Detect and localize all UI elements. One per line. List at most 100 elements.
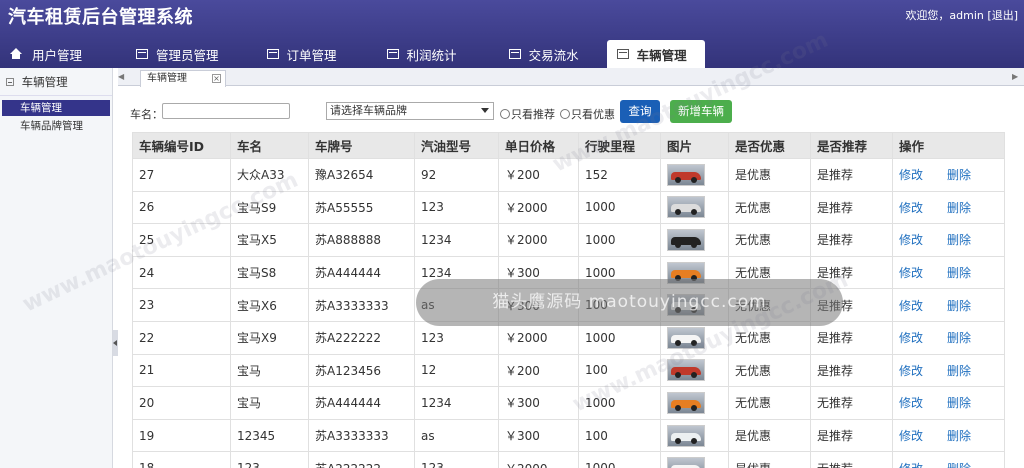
sidebar-header[interactable]: 车辆管理 [0, 68, 112, 96]
cell-plate: 苏A444444 [308, 255, 415, 290]
tab-nav-3[interactable]: 利润统计 [377, 40, 467, 68]
cell-plate: 苏A3333333 [308, 418, 415, 453]
table-row: 22 宝马X9 苏A222222 123 ￥2000 1000 无优惠 是推荐 修改 删除 [132, 320, 1005, 355]
edit-link[interactable]: 修改 [899, 429, 923, 443]
cell-plate: 苏A222222 [308, 320, 415, 355]
column-header: 图片 [660, 132, 729, 159]
edit-link[interactable]: 修改 [899, 233, 923, 247]
cell-price: ￥300 [498, 418, 579, 453]
delete-link[interactable]: 删除 [947, 429, 971, 443]
car-thumbnail[interactable] [667, 163, 705, 186]
car-thumbnail[interactable] [667, 424, 705, 447]
edit-link[interactable]: 修改 [899, 462, 923, 468]
cell-price: ￥200 [498, 353, 579, 388]
cell-mileage: 1000 [578, 451, 661, 468]
cell-fuel: 1234 [414, 223, 499, 257]
cell-recommend: 无推荐 [810, 386, 893, 420]
sidebar-item-brand[interactable]: 车辆品牌管理 [2, 118, 110, 134]
cell-recommend: 是推荐 [810, 353, 893, 388]
column-header: 车名 [230, 132, 309, 159]
edit-link[interactable]: 修改 [899, 396, 923, 410]
cell-mileage: 100 [578, 418, 661, 453]
delete-link[interactable]: 删除 [947, 462, 971, 468]
sidebar-item-vehicle[interactable]: 车辆管理 [2, 100, 110, 116]
cell-mileage: 1000 [578, 190, 661, 225]
cell-mileage: 100 [578, 353, 661, 388]
delete-link[interactable]: 删除 [947, 266, 971, 280]
car-thumbnail[interactable] [667, 359, 705, 382]
car-thumbnail[interactable] [667, 196, 705, 219]
cell-name: 12345 [230, 418, 309, 453]
sidebar-header-label: 车辆管理 [21, 75, 68, 89]
cell-id: 26 [132, 190, 231, 225]
scroll-right-icon[interactable]: ▶ [1012, 72, 1020, 82]
car-thumbnail[interactable] [667, 391, 705, 414]
close-icon[interactable]: × [212, 74, 221, 83]
delete-link[interactable]: 删除 [947, 331, 971, 345]
cell-image [660, 223, 729, 257]
cell-actions: 修改 删除 [892, 255, 1005, 290]
column-header: 操作 [892, 132, 1005, 159]
cell-name: 宝马X5 [230, 223, 309, 257]
window-icon [136, 49, 149, 59]
delete-link[interactable]: 删除 [947, 299, 971, 313]
only-recommend-radio[interactable]: 只看推荐 [500, 106, 555, 122]
name-label: 车名： [130, 108, 163, 121]
only-discount-label: 只看优惠 [571, 108, 615, 121]
content-tabstrip: ◀ 车辆管理 × ▶ [118, 68, 1024, 87]
edit-link[interactable]: 修改 [899, 201, 923, 215]
radio-icon [560, 109, 570, 119]
delete-link[interactable]: 删除 [947, 201, 971, 215]
edit-link[interactable]: 修改 [899, 364, 923, 378]
car-thumbnail[interactable] [667, 457, 705, 468]
column-header: 单日价格 [498, 132, 579, 159]
edit-link[interactable]: 修改 [899, 299, 923, 313]
tab-nav-5[interactable]: 车辆管理 [606, 40, 705, 68]
cell-name: 宝马X6 [230, 288, 309, 322]
cell-price: ￥300 [498, 386, 579, 420]
delete-link[interactable]: 删除 [947, 364, 971, 378]
cell-mileage: 152 [578, 158, 661, 192]
cell-discount: 无优惠 [728, 353, 811, 388]
query-button[interactable]: 查询 [620, 100, 660, 123]
nav-tab-label: 车辆管理 [636, 47, 687, 63]
tab-nav-0[interactable]: 用户管理 [0, 40, 92, 68]
cell-discount: 是优惠 [728, 451, 811, 468]
logout-link[interactable]: [退出] [987, 9, 1018, 22]
cell-discount: 是优惠 [728, 418, 811, 453]
edit-link[interactable]: 修改 [899, 266, 923, 280]
delete-link[interactable]: 删除 [947, 396, 971, 410]
cell-mileage: 1000 [578, 223, 661, 257]
delete-link[interactable]: 删除 [947, 168, 971, 182]
cell-fuel: 92 [414, 158, 499, 192]
cell-fuel: as [414, 418, 499, 453]
brand-select[interactable]: 请选择车辆品牌 [326, 102, 494, 120]
radio-icon [500, 109, 510, 119]
add-vehicle-button[interactable]: 新增车辆 [670, 100, 732, 123]
delete-link[interactable]: 删除 [947, 233, 971, 247]
cell-plate: 苏A888888 [308, 223, 415, 257]
tab-nav-1[interactable]: 管理员管理 [126, 40, 229, 68]
edit-link[interactable]: 修改 [899, 168, 923, 182]
car-thumbnail[interactable] [667, 326, 705, 349]
cell-actions: 修改 删除 [892, 451, 1005, 468]
edit-link[interactable]: 修改 [899, 331, 923, 345]
cell-recommend: 无推荐 [810, 451, 893, 468]
cell-fuel: 123 [414, 320, 499, 355]
column-header: 汽油型号 [414, 132, 499, 159]
table-row: 19 12345 苏A3333333 as ￥300 100 是优惠 是推荐 修改 删除 [132, 418, 1005, 453]
cell-price: ￥2000 [498, 320, 579, 355]
tab-nav-4[interactable]: 交易流水 [499, 40, 589, 68]
car-thumbnail[interactable] [667, 228, 705, 251]
cell-plate: 豫A32654 [308, 158, 415, 192]
tab-vehicle-management[interactable]: 车辆管理 × [140, 70, 226, 87]
scroll-left-icon[interactable]: ◀ [118, 72, 126, 82]
name-input[interactable] [162, 103, 290, 119]
cell-actions: 修改 删除 [892, 288, 1005, 322]
cell-name: 宝马S9 [230, 190, 309, 225]
brand-select-value: 请选择车辆品牌 [330, 104, 407, 117]
table-row: 21 宝马 苏A123456 12 ￥200 100 无优惠 是推荐 修改 删除 [132, 353, 1005, 388]
only-discount-radio[interactable]: 只看优惠 [560, 106, 615, 122]
tab-nav-2[interactable]: 订单管理 [257, 40, 347, 68]
table-header-row: 车辆编号ID 车名 车牌号 汽油型号 单日价格 行驶里程 图片 是否优惠 是否推荐 操作 [132, 132, 1005, 159]
